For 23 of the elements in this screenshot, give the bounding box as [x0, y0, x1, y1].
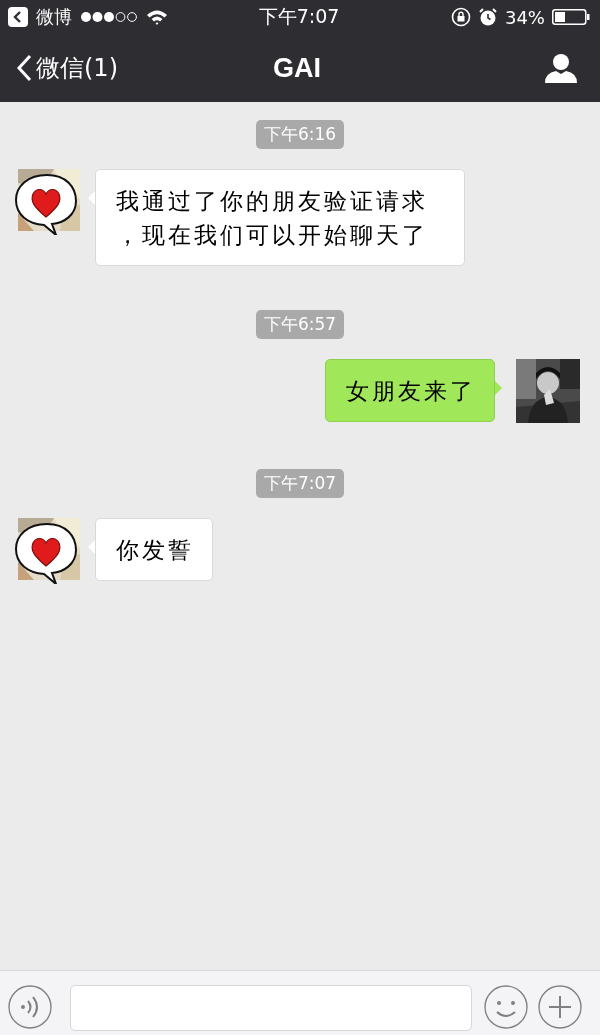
- back-button[interactable]: 微信(1): [16, 52, 176, 84]
- battery-icon: [552, 9, 590, 25]
- message-bubble: 你发誓: [95, 518, 213, 581]
- back-app-label[interactable]: 微博: [36, 5, 72, 29]
- chat-title: GAI: [273, 52, 321, 84]
- clock-time: 下午7:07: [258, 4, 340, 29]
- chevron-icon[interactable]: [16, 54, 32, 82]
- voice-icon[interactable]: [8, 985, 52, 1029]
- signal-icon: [80, 11, 138, 23]
- message-bubble: 我通过了你的朋友验证请求，现在我们可以开始聊天了: [95, 169, 465, 266]
- battery-percent: 34%: [504, 6, 545, 28]
- plus-icon[interactable]: [538, 985, 582, 1029]
- wifi-icon: [146, 9, 168, 25]
- message-bubble: 女朋友来了: [325, 359, 495, 422]
- emoji-icon[interactable]: [484, 985, 528, 1029]
- bubble-tail: [495, 381, 502, 395]
- person-icon[interactable]: [544, 53, 578, 83]
- rotation-lock-icon: [450, 7, 471, 27]
- timestamp: 下午6:57: [255, 310, 345, 339]
- message-input-field[interactable]: [70, 985, 472, 1031]
- alarm-icon: [477, 7, 498, 27]
- timestamp: 下午6:16: [255, 120, 345, 149]
- timestamp: 下午7:07: [255, 469, 345, 498]
